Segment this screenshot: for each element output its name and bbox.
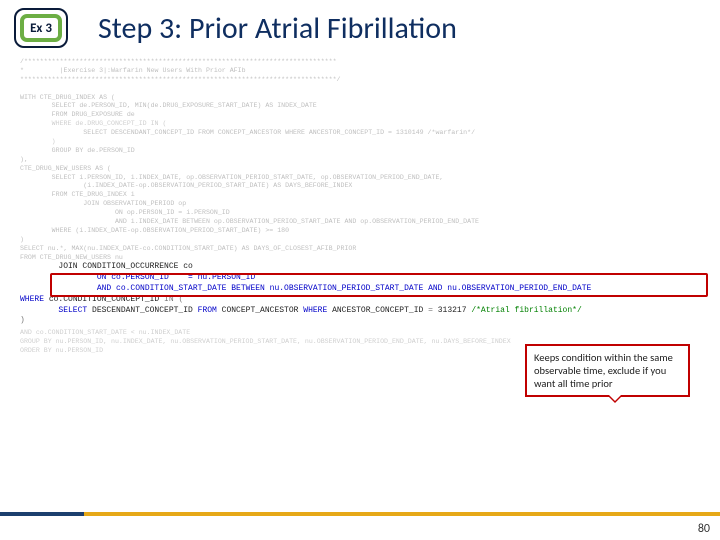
code-area: /***************************************… bbox=[0, 52, 720, 356]
highlight-wrap: ON co.PERSON_ID = nu.PERSON_ID AND co.CO… bbox=[0, 273, 720, 295]
callout-box: Keeps condition within the same observab… bbox=[525, 344, 690, 397]
sql-code-highlight-block: JOIN CONDITION_OCCURRENCE co bbox=[0, 262, 720, 273]
slide-title: Step 3: Prior Atrial Fibrillation bbox=[98, 10, 457, 47]
callout-arrow-icon bbox=[607, 395, 623, 403]
slide-header: Ex 3 Step 3: Prior Atrial Fibrillation bbox=[0, 0, 720, 52]
footer-accent-bar bbox=[0, 512, 720, 516]
badge-label: Ex 3 bbox=[30, 21, 52, 36]
callout-text: Keeps condition within the same observab… bbox=[534, 351, 673, 390]
page-number: 80 bbox=[698, 522, 710, 536]
red-highlight-box bbox=[50, 273, 708, 297]
exercise-badge: Ex 3 bbox=[14, 8, 68, 48]
sql-code-faded: /***************************************… bbox=[0, 52, 720, 262]
sql-code-where: WHERE co.CONDITION_CONCEPT_ID IN ( SELEC… bbox=[0, 295, 720, 327]
